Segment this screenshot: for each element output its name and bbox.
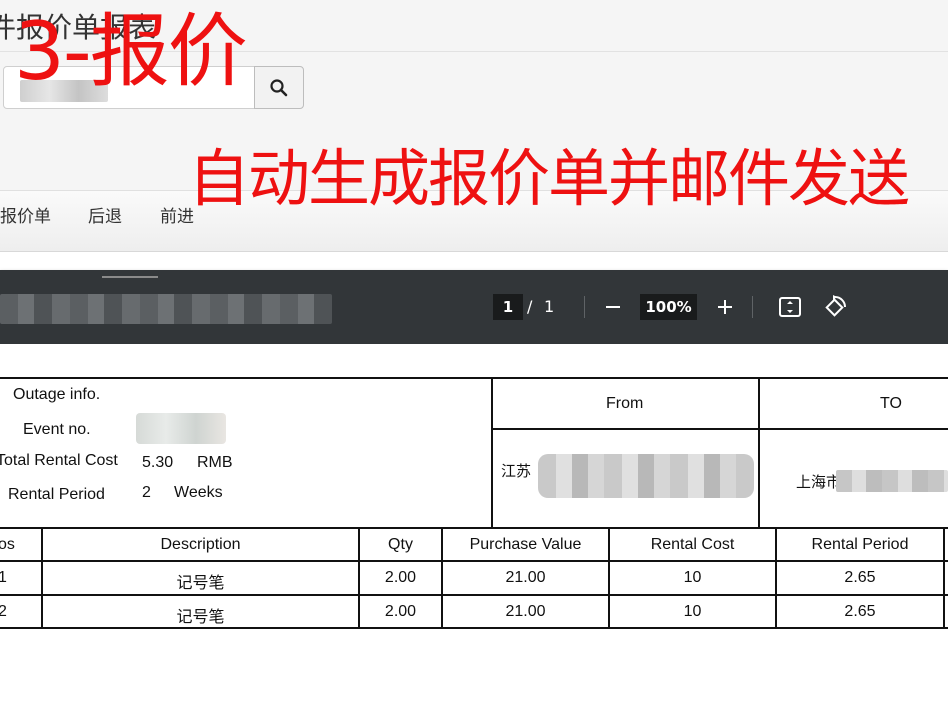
column-header-pos: os [0,536,15,553]
from-label: From [606,395,644,412]
toolbar-link-back[interactable]: 后退 [88,202,122,227]
page-total: 1 [544,297,555,316]
table-border [943,527,945,629]
table-border [0,377,948,379]
table-cell-qty: 2.00 [384,569,417,586]
column-header-rental-cost: Rental Cost [650,536,735,553]
table-cell-purchase-value: 21.00 [505,569,546,586]
table-cell-description: 记号笔 [176,609,225,626]
table-border [0,627,948,629]
table-cell-rental-cost: 10 [683,569,702,586]
search-button[interactable] [254,66,304,109]
table-cell-rental-cost: 10 [683,603,702,620]
rental-period-value: 2 [142,484,151,501]
fit-page-icon [779,297,801,317]
rotate-button[interactable] [820,292,850,322]
zoom-in-button[interactable] [710,292,740,322]
page-separator: / [527,297,533,316]
overlay-title: 3-报价 [14,5,248,98]
table-border [0,594,948,596]
redacted-event-number [136,413,226,444]
total-rental-cost-value: 5.30 [142,454,174,471]
redacted-file-name [0,294,332,324]
table-border [0,527,948,529]
table-border [491,428,948,430]
table-cell-rental-period: 2.65 [844,569,876,586]
table-cell-pos: 2 [0,603,7,620]
event-no-label: Event no. [23,421,91,438]
table-cell-pos: 1 [0,569,7,586]
from-address: 江苏 [501,463,532,480]
table-cell-qty: 2.00 [384,603,417,620]
fit-page-button[interactable] [775,292,805,322]
rental-period-unit: Weeks [174,484,223,501]
table-cell-rental-period: 2.65 [844,603,876,620]
toolbar-divider [752,296,753,318]
table-border [758,377,760,528]
column-header-purchase-value: Purchase Value [469,536,582,553]
redacted-from-address [538,454,754,498]
rental-period-label: Rental Period [8,486,105,503]
table-border [491,377,493,528]
zoom-out-icon [606,306,620,308]
zoom-out-button[interactable] [598,292,628,322]
redacted-to-address [836,470,948,492]
outage-info-label: Outage info. [13,386,101,403]
toolbar-link-quote[interactable]: 报价单 [0,202,51,227]
total-rental-cost-unit: RMB [197,454,233,471]
search-icon [270,78,288,96]
page-number-input[interactable]: 1 [493,294,523,320]
column-header-description: Description [160,536,241,553]
table-border [0,560,948,562]
zoom-in-icon [718,300,732,314]
overlay-subtitle: 自动生成报价单并邮件发送 [188,142,910,215]
to-address: 上海市 [796,474,842,491]
rotate-icon [825,295,846,317]
table-cell-purchase-value: 21.00 [505,603,546,620]
column-header-qty: Qty [388,536,413,553]
pdf-tab-indicator [102,276,158,278]
zoom-level[interactable]: 100% [640,294,697,320]
table-cell-description: 记号笔 [176,575,225,592]
column-header-rental-period: Rental Period [811,536,909,553]
total-rental-cost-label: Total Rental Cost [0,452,118,469]
toolbar-divider [584,296,585,318]
to-label: TO [880,395,902,412]
